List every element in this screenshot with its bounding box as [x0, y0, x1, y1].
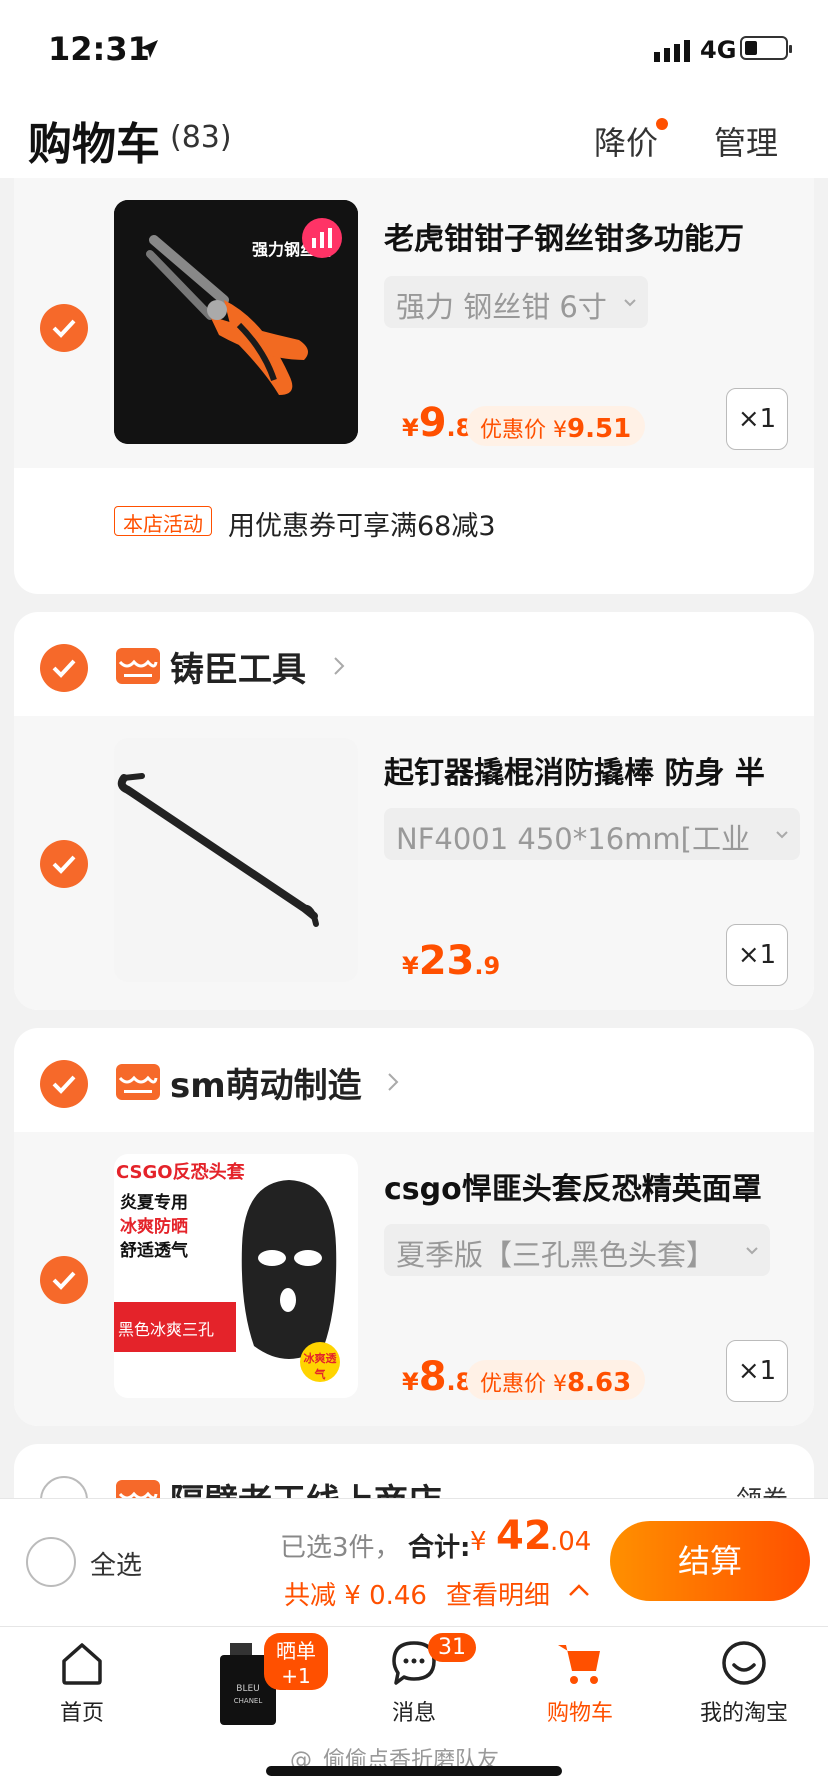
shop-icon: [116, 648, 160, 684]
chevron-right-icon: [334, 657, 345, 675]
status-bar: 12:31 4G: [0, 0, 828, 100]
price-drop-button[interactable]: 降价: [594, 118, 658, 164]
quantity-stepper[interactable]: ×1: [726, 924, 788, 986]
shop-card: sm萌动制造 CSGO反恐头套 炎夏专用 冰爽防晒 舒适透气 黑色冰爽三孔 冰爽…: [14, 1028, 814, 1426]
profile-icon: [722, 1641, 766, 1685]
tab-home[interactable]: 首页: [2, 1637, 162, 1747]
shop-name[interactable]: sm萌动制造: [170, 1058, 362, 1107]
location-arrow-icon: [140, 40, 158, 58]
cart-list[interactable]: 强力钢丝钳 老虎钳钳子钢丝钳多功能万 强力 钢丝钳 6寸 ¥9.8 优惠价 ¥9…: [0, 178, 828, 1498]
sku-selector[interactable]: 夏季版【三孔黑色头套】: [384, 1224, 770, 1276]
view-detail-button[interactable]: 查看明细: [446, 1575, 550, 1612]
total-integer: 42: [496, 1513, 552, 1559]
selected-count: 已选3件，: [280, 1533, 401, 1563]
status-time: 12:31: [48, 30, 150, 68]
product-image[interactable]: CSGO反恐头套 炎夏专用 冰爽防晒 舒适透气 黑色冰爽三孔 冰爽透气: [114, 1154, 358, 1398]
page-title: 购物车: [28, 119, 160, 170]
store-activity-text[interactable]: 用优惠券可享满68减3: [228, 504, 496, 543]
item-checkbox[interactable]: [40, 840, 88, 888]
cart-item: 起钉器撬棍消防撬棒 防身 半 NF4001 450*16mm[工业 ¥23.9 …: [14, 716, 814, 1010]
chevron-down-icon: [776, 831, 788, 839]
savings-text: 共减 ¥ 0.46: [284, 1581, 427, 1611]
item-checkbox[interactable]: [40, 304, 88, 352]
product-image[interactable]: [114, 738, 358, 982]
notification-dot: [656, 118, 668, 130]
select-all-label[interactable]: 全选: [90, 1545, 142, 1582]
manage-button[interactable]: 管理: [714, 118, 778, 164]
sku-selector[interactable]: 强力 钢丝钳 6寸: [384, 276, 648, 328]
tab-profile[interactable]: 我的淘宝: [664, 1637, 824, 1747]
chart-badge-icon: [302, 218, 342, 258]
svg-text:BLEU: BLEU: [236, 1684, 259, 1694]
coupon-button[interactable]: 领券: [736, 1480, 788, 1498]
promo-price-badge: 优惠价 ¥8.63: [466, 1360, 646, 1400]
total-currency: ¥: [470, 1527, 487, 1557]
chevron-right-icon: [388, 1073, 399, 1091]
cart-header: 购物车 (83) 降价 管理: [0, 100, 828, 178]
chevron-up-icon[interactable]: [568, 1583, 590, 1597]
chevron-down-icon: [624, 299, 636, 307]
shop-checkbox[interactable]: [40, 1476, 88, 1498]
sku-text: 强力 钢丝钳 6寸: [396, 290, 607, 324]
select-all-checkbox[interactable]: [26, 1537, 76, 1587]
sku-selector[interactable]: NF4001 450*16mm[工业: [384, 808, 800, 860]
shop-card: 铸臣工具 起钉器撬棍消防撬棒 防身 半 NF4001 450*16mm[工业 ¥…: [14, 612, 814, 1010]
total-decimal: .04: [550, 1527, 592, 1557]
quantity-stepper[interactable]: ×1: [726, 1340, 788, 1402]
home-icon: [62, 1643, 102, 1685]
item-checkbox[interactable]: [40, 1256, 88, 1304]
store-activity-tag: 本店活动: [114, 506, 212, 536]
total-label: 合计:: [408, 1533, 471, 1563]
shop-name[interactable]: 隔壁老王线上商店: [170, 1474, 442, 1498]
shop-checkbox[interactable]: [40, 1060, 88, 1108]
shop-card: 强力钢丝钳 老虎钳钳子钢丝钳多功能万 强力 钢丝钳 6寸 ¥9.8 优惠价 ¥9…: [14, 178, 814, 594]
item-title[interactable]: csgo悍匪头套反恐精英面罩: [384, 1164, 784, 1208]
cart-count: (83): [170, 120, 232, 155]
crowbar-icon: [117, 773, 319, 927]
shop-name[interactable]: 铸臣工具: [170, 642, 306, 691]
shop-icon: [116, 1064, 160, 1100]
checkout-bar: 全选 已选3件， 合计: ¥ 42 .04 共减 ¥ 0.46 查看明细 结算: [0, 1498, 828, 1626]
shop-checkbox[interactable]: [40, 644, 88, 692]
sku-text: 夏季版【三孔黑色头套】: [396, 1238, 716, 1272]
home-indicator[interactable]: [266, 1766, 562, 1776]
cart-item: 强力钢丝钳 老虎钳钳子钢丝钳多功能万 强力 钢丝钳 6寸 ¥9.8 优惠价 ¥9…: [14, 178, 814, 468]
product-image[interactable]: 强力钢丝钳: [114, 200, 358, 444]
shop-icon: [116, 1480, 160, 1498]
cart-item: CSGO反恐头套 炎夏专用 冰爽防晒 舒适透气 黑色冰爽三孔 冰爽透气 csgo…: [14, 1132, 814, 1426]
sku-text: NF4001 450*16mm[工业: [396, 822, 750, 856]
item-price: ¥9.8: [402, 400, 473, 446]
tab-promo[interactable]: BLEU CHANEL 晒单+1: [168, 1633, 328, 1747]
checkout-button[interactable]: 结算: [610, 1521, 810, 1601]
share-badge: 晒单+1: [264, 1633, 328, 1690]
item-price: ¥8.8: [402, 1354, 473, 1400]
shop-card: 隔壁老王线上商店 领券: [14, 1444, 814, 1498]
chevron-down-icon: [746, 1247, 758, 1255]
unread-badge: 31: [428, 1633, 476, 1662]
tab-messages[interactable]: 消息 31: [334, 1633, 494, 1747]
item-title[interactable]: 起钉器撬棍消防撬棒 防身 半: [384, 748, 784, 792]
battery-icon: [740, 36, 792, 60]
svg-text:CHANEL: CHANEL: [234, 1697, 263, 1705]
quantity-stepper[interactable]: ×1: [726, 388, 788, 450]
cool-badge: 冰爽透气: [300, 1342, 340, 1382]
item-price: ¥23.9: [402, 938, 501, 984]
network-type: 4G: [700, 36, 737, 64]
cart-icon: [558, 1645, 600, 1684]
promo-price-badge: 优惠价 ¥9.51: [466, 406, 646, 446]
signal-icon: [654, 40, 690, 62]
item-title[interactable]: 老虎钳钳子钢丝钳多功能万: [384, 214, 784, 258]
tab-cart[interactable]: 购物车: [500, 1637, 660, 1747]
